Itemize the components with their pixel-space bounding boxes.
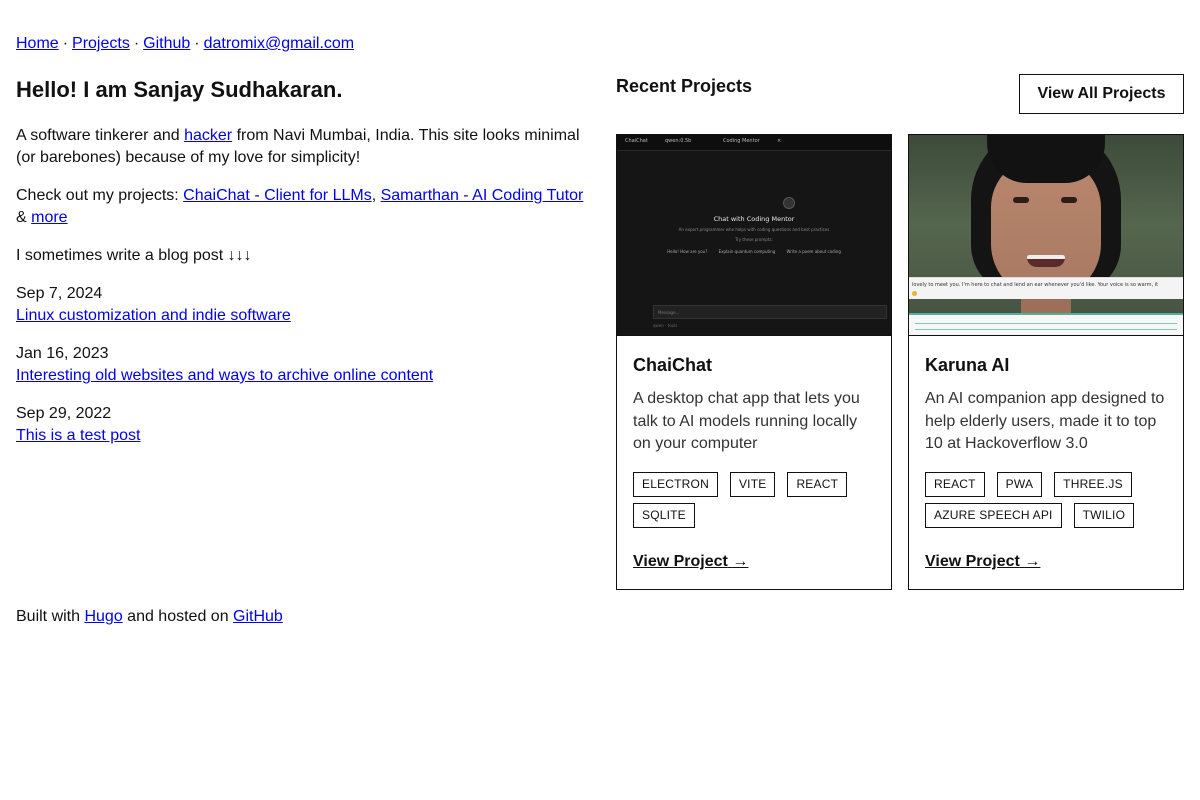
footer: Built with Hugo and hosted on GitHub [16, 606, 283, 628]
card-body: ChaiChat A desktop chat app that lets yo… [617, 336, 891, 528]
project-title: Karuna AI [925, 355, 1010, 375]
screenshot-footer: qwen · tools [653, 323, 678, 328]
screenshot-app-label: ChaiChat [625, 138, 648, 144]
screenshot-close-icon: × [777, 138, 782, 144]
screenshot-chip: Hello! How are you? [667, 249, 708, 254]
project-card-chaichat: ChaiChat qwen:0.5b Coding Mentor × Chat … [616, 134, 892, 590]
footer-text: and hosted on [122, 608, 234, 625]
post-link[interactable]: Linux customization and indie software [16, 307, 291, 324]
blog-post-item: Sep 7, 2024 Linux customization and indi… [16, 283, 596, 327]
intro-column: Hello! I am Sanjay Sudhakaran. A softwar… [16, 76, 596, 463]
input-strip [909, 313, 1183, 335]
intro-text: A software tinkerer and [16, 127, 185, 144]
page-title: Hello! I am Sanjay Sudhakaran. [16, 77, 343, 102]
chat-bubble-text: lovely to meet you. I'm here to chat and… [912, 282, 1159, 288]
recent-projects-heading: Recent Projects [616, 76, 753, 96]
top-nav: Home · Projects · Github · datromix@gmail.com [16, 34, 354, 54]
post-date: Jan 16, 2023 [16, 345, 109, 362]
screenshot-chips: Hello! How are you? Explain quantum comp… [617, 249, 891, 254]
nav-home-link[interactable]: Home [16, 35, 59, 52]
tech-tag: TWILIO [1073, 503, 1135, 528]
screenshot-heading: Chat with Coding Mentor [713, 215, 795, 223]
project-card-karuna: lovely to meet you. I'm here to chat and… [908, 134, 1184, 590]
post-link[interactable]: This is a test post [16, 427, 141, 444]
tech-tag: VITE [729, 472, 776, 497]
tech-tag: ELECTRON [633, 472, 718, 497]
screenshot-tab: Coding Mentor [723, 138, 760, 144]
avatar-bangs [987, 135, 1105, 183]
tech-tag: REACT [925, 472, 985, 497]
tech-tag: PWA [996, 472, 1043, 497]
blog-post-item: Sep 29, 2022 This is a test post [16, 403, 596, 447]
project-description: A desktop chat app that lets you talk to… [633, 390, 860, 452]
hugo-link[interactable]: Hugo [84, 608, 122, 625]
tech-tag: THREE.JS [1054, 472, 1132, 497]
project-description: An AI companion app designed to help eld… [925, 390, 1165, 452]
nav-email-link[interactable]: datromix@gmail.com [204, 35, 355, 52]
screenshot-hint: Try these prompts: [735, 237, 773, 242]
tech-tag: AZURE SPEECH API [925, 503, 1062, 528]
app-logo-icon [783, 197, 795, 209]
project-tags: ELECTRON VITE REACT SQLITE [633, 472, 875, 528]
view-project-link[interactable]: View Project → [633, 553, 748, 571]
project-screenshot[interactable]: lovely to meet you. I'm here to chat and… [909, 135, 1183, 336]
screenshot-chip: Explain quantum computing [718, 249, 776, 254]
post-link[interactable]: Interesting old websites and ways to arc… [16, 367, 433, 384]
nav-separator: · [62, 35, 69, 52]
nav-separator: · [194, 35, 200, 52]
view-project-link[interactable]: View Project → [925, 553, 1040, 571]
github-footer-link[interactable]: GitHub [233, 608, 283, 625]
arrow-right-icon: → [732, 553, 749, 570]
post-date: Sep 29, 2022 [16, 405, 112, 422]
karuna-screenshot: lovely to meet you. I'm here to chat and… [909, 135, 1183, 335]
project-title: ChaiChat [633, 355, 713, 375]
post-date: Sep 7, 2024 [16, 285, 103, 302]
chaichat-screenshot: ChaiChat qwen:0.5b Coding Mentor × Chat … [617, 135, 891, 335]
projects-text: & [16, 209, 32, 226]
intro-paragraph: A software tinkerer and hacker from Navi… [16, 125, 596, 169]
project-cards: ChaiChat qwen:0.5b Coding Mentor × Chat … [616, 134, 1184, 590]
arrow-right-icon: → [1024, 553, 1041, 570]
avatar-mouth [1027, 255, 1065, 267]
view-project-label: View Project [925, 553, 1020, 570]
nav-github-link[interactable]: Github [143, 35, 190, 52]
view-all-projects-button[interactable]: View All Projects [1019, 74, 1184, 114]
project-tags: REACT PWA THREE.JS AZURE SPEECH API TWIL… [925, 472, 1167, 528]
screenshot-input: Message... [653, 305, 887, 319]
strip-line [915, 323, 1177, 324]
hacker-link[interactable]: hacker [184, 127, 232, 144]
tech-tag: SQLITE [633, 503, 695, 528]
blog-post-item: Jan 16, 2023 Interesting old websites an… [16, 343, 596, 387]
chat-bubble: lovely to meet you. I'm here to chat and… [909, 277, 1183, 299]
footer-text: Built with [16, 608, 85, 625]
blog-intro: I sometimes write a blog post ↓↓↓ [16, 247, 252, 264]
screenshot-chip: Write a poem about coding [786, 249, 841, 254]
projects-paragraph: Check out my projects: ChaiChat - Client… [16, 185, 596, 229]
samarthan-link[interactable]: Samarthan - AI Coding Tutor [381, 187, 584, 204]
avatar-eye [1061, 197, 1077, 203]
more-projects-link[interactable]: more [31, 209, 67, 226]
emoji-icon [912, 291, 917, 296]
strip-line [915, 329, 1177, 330]
screenshot-tab: qwen:0.5b [665, 138, 692, 144]
projects-text: Check out my projects: [16, 187, 184, 204]
tech-tag: REACT [787, 472, 848, 497]
project-screenshot[interactable]: ChaiChat qwen:0.5b Coding Mentor × Chat … [617, 135, 891, 336]
card-body: Karuna AI An AI companion app designed t… [909, 336, 1183, 528]
chaichat-link[interactable]: ChaiChat - Client for LLMs [183, 187, 372, 204]
view-project-label: View Project [633, 553, 728, 570]
avatar-eye [1013, 197, 1029, 203]
screenshot-subtitle: An expert programmer who helps with codi… [678, 227, 830, 232]
nav-separator: · [133, 35, 140, 52]
nav-projects-link[interactable]: Projects [72, 35, 130, 52]
projects-text: , [371, 187, 381, 204]
screenshot-titlebar: ChaiChat qwen:0.5b Coding Mentor × [617, 135, 891, 151]
